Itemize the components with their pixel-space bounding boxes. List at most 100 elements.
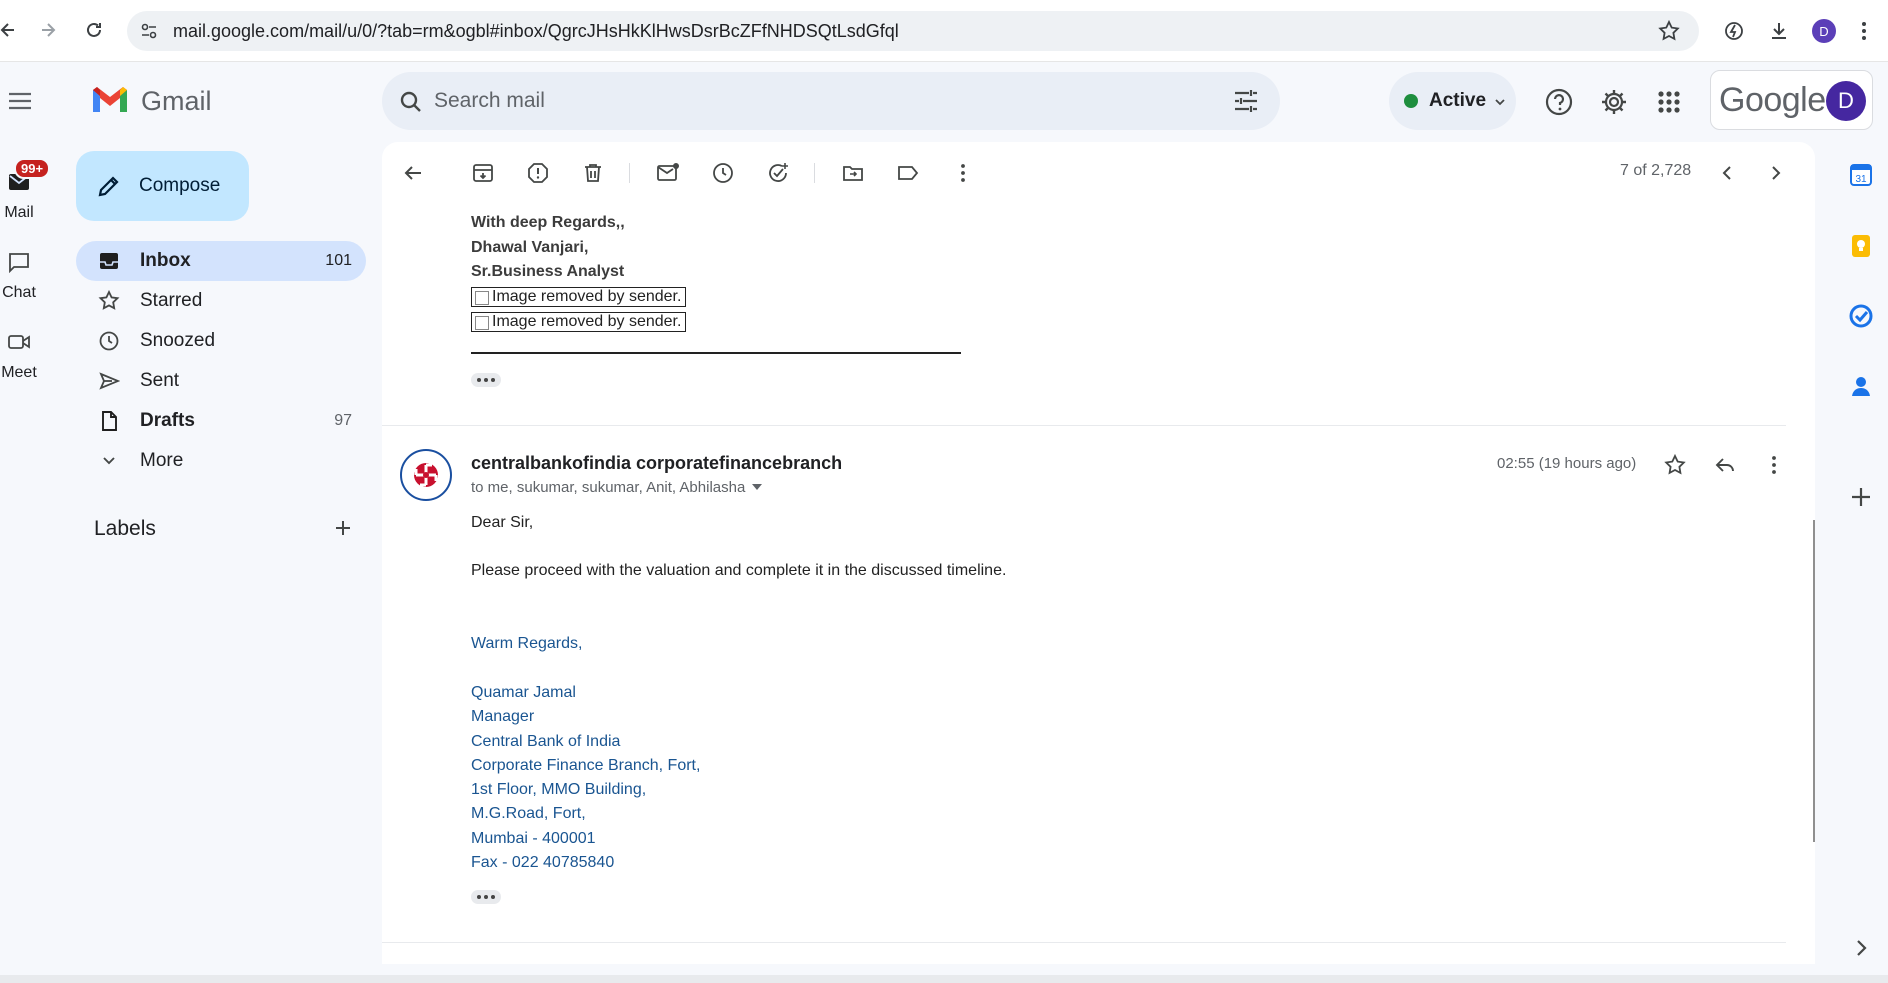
tasks-icon[interactable] bbox=[1848, 303, 1874, 329]
sender-avatar[interactable] bbox=[400, 449, 452, 501]
rail-chat-label[interactable]: Chat bbox=[0, 284, 38, 302]
sidebar-item-more[interactable]: More bbox=[76, 441, 366, 481]
label-tag-icon[interactable] bbox=[896, 161, 920, 185]
archive-icon[interactable] bbox=[471, 161, 495, 185]
scrollbar-thumb[interactable] bbox=[1813, 520, 1815, 842]
sidebar-item-snoozed[interactable]: Snoozed bbox=[76, 321, 366, 361]
snooze-clock-icon[interactable] bbox=[711, 161, 735, 185]
gmail-wordmark[interactable]: Gmail bbox=[141, 86, 212, 117]
search-input[interactable] bbox=[434, 84, 1194, 118]
newer-chevron-left-icon[interactable] bbox=[1715, 161, 1739, 185]
chat-rail-icon[interactable] bbox=[7, 251, 31, 274]
mark-unread-icon[interactable] bbox=[656, 161, 680, 185]
labels-heading: Labels bbox=[94, 517, 156, 540]
settings-gear-icon[interactable] bbox=[1599, 87, 1629, 117]
removed-image-placeholder: Image removed by sender. bbox=[471, 287, 686, 307]
contacts-icon[interactable] bbox=[1848, 373, 1874, 399]
window-bottom-edge bbox=[0, 975, 1888, 983]
site-settings-icon[interactable] bbox=[139, 21, 159, 41]
message-body: Please proceed with the valuation and co… bbox=[471, 562, 1007, 579]
google-account-button[interactable]: Google D bbox=[1710, 70, 1873, 130]
toolbar-divider bbox=[814, 163, 815, 183]
signature-line: Central Bank of India bbox=[471, 733, 621, 750]
expand-side-panel-chevron-icon[interactable] bbox=[1848, 935, 1874, 961]
search-icon[interactable] bbox=[398, 89, 424, 115]
signature-line: Corporate Finance Branch, Fort, bbox=[471, 757, 701, 774]
get-addons-plus-icon[interactable] bbox=[1848, 484, 1874, 510]
sidebar-item-sent[interactable]: Sent bbox=[76, 361, 366, 401]
message-closing: Warm Regards, bbox=[471, 635, 583, 652]
signature-line: M.G.Road, Fort, bbox=[471, 805, 586, 822]
chevron-down-icon bbox=[1494, 95, 1506, 107]
sidebar-item-label: Drafts bbox=[140, 410, 195, 431]
add-to-tasks-icon[interactable] bbox=[766, 161, 790, 185]
sidebar-item-drafts[interactable]: Drafts 97 bbox=[76, 401, 366, 441]
account-avatar[interactable]: D bbox=[1826, 81, 1866, 121]
google-wordmark: Google bbox=[1719, 81, 1826, 119]
message-more-options-icon[interactable] bbox=[1762, 453, 1786, 477]
mail-unread-badge: 99+ bbox=[14, 158, 51, 179]
message-divider bbox=[382, 425, 1786, 426]
bookmark-star-icon[interactable] bbox=[1657, 19, 1681, 43]
pencil-icon bbox=[96, 173, 122, 199]
reload-icon[interactable] bbox=[78, 14, 110, 46]
signature-line: Mumbai - 400001 bbox=[471, 830, 596, 847]
delete-trash-icon[interactable] bbox=[581, 161, 605, 185]
back-arrow-icon[interactable] bbox=[0, 14, 24, 46]
add-label-plus-icon[interactable] bbox=[331, 516, 355, 540]
calendar-icon[interactable]: 31 bbox=[1848, 162, 1874, 188]
rail-meet-label[interactable]: Meet bbox=[0, 364, 38, 382]
signature-line: Manager bbox=[471, 708, 535, 725]
signature-rule bbox=[471, 352, 961, 354]
show-trimmed-content-button[interactable] bbox=[471, 890, 501, 904]
google-apps-grid-icon[interactable] bbox=[1654, 87, 1684, 117]
svg-text:31: 31 bbox=[1855, 174, 1867, 185]
move-to-folder-icon[interactable] bbox=[841, 161, 865, 185]
prev-signature-line: Dhawal Vanjari, bbox=[471, 239, 589, 256]
forward-arrow-icon[interactable] bbox=[32, 14, 64, 46]
star-icon bbox=[98, 289, 120, 312]
compose-button[interactable]: Compose bbox=[76, 151, 249, 221]
show-trimmed-content-button[interactable] bbox=[471, 373, 501, 387]
browser-menu-icon[interactable] bbox=[1852, 19, 1876, 43]
more-options-vertical-icon[interactable] bbox=[951, 161, 975, 185]
main-menu-icon[interactable] bbox=[6, 89, 34, 113]
status-dropdown[interactable]: Active bbox=[1389, 72, 1516, 130]
rail-mail-label[interactable]: Mail bbox=[0, 204, 38, 222]
pagination-text: 7 of 2,728 bbox=[1620, 162, 1692, 179]
browser-profile-avatar[interactable]: D bbox=[1812, 19, 1836, 43]
download-icon[interactable] bbox=[1767, 19, 1791, 43]
search-bar[interactable] bbox=[382, 72, 1280, 130]
signature-line: Quamar Jamal bbox=[471, 684, 576, 701]
extension-icon[interactable] bbox=[1722, 19, 1746, 43]
reply-arrow-icon[interactable] bbox=[1713, 453, 1737, 477]
sidebar-item-starred[interactable]: Starred bbox=[76, 281, 366, 321]
address-bar[interactable]: mail.google.com/mail/u/0/?tab=rm&ogbl#in… bbox=[127, 11, 1699, 51]
compose-label: Compose bbox=[139, 175, 221, 196]
meet-rail-icon[interactable] bbox=[7, 331, 31, 353]
draft-file-icon bbox=[98, 410, 120, 432]
search-options-icon[interactable] bbox=[1232, 88, 1260, 114]
removed-image-placeholder: Image removed by sender. bbox=[471, 312, 686, 332]
sidebar-item-inbox[interactable]: Inbox 101 bbox=[76, 241, 366, 281]
sidebar-item-label: Snoozed bbox=[140, 330, 216, 351]
sender-name[interactable]: centralbankofindia corporatefinancebranc… bbox=[471, 453, 842, 474]
chevron-down-icon bbox=[98, 450, 120, 472]
prev-signature-line: Sr.Business Analyst bbox=[471, 263, 625, 280]
older-chevron-right-icon[interactable] bbox=[1764, 161, 1788, 185]
unread-count: 101 bbox=[325, 252, 352, 269]
back-to-inbox-arrow-icon[interactable] bbox=[401, 161, 425, 185]
show-details-caret-icon[interactable] bbox=[751, 479, 763, 496]
report-spam-icon[interactable] bbox=[526, 161, 550, 185]
browser-toolbar: mail.google.com/mail/u/0/?tab=rm&ogbl#in… bbox=[0, 0, 1888, 62]
sidebar-item-label: Starred bbox=[140, 290, 203, 311]
unread-count: 97 bbox=[334, 412, 352, 429]
gmail-logo-icon[interactable] bbox=[90, 84, 130, 116]
signature-line: Fax - 022 40785840 bbox=[471, 854, 615, 871]
star-message-icon[interactable] bbox=[1663, 453, 1687, 477]
keep-notes-icon[interactable] bbox=[1848, 233, 1874, 259]
signature-line: 1st Floor, MMO Building, bbox=[471, 781, 647, 798]
help-icon[interactable] bbox=[1544, 87, 1574, 117]
url-text[interactable]: mail.google.com/mail/u/0/?tab=rm&ogbl#in… bbox=[173, 21, 899, 42]
recipients-line[interactable]: to me, sukumar, sukumar, Anit, Abhilasha bbox=[471, 479, 763, 496]
